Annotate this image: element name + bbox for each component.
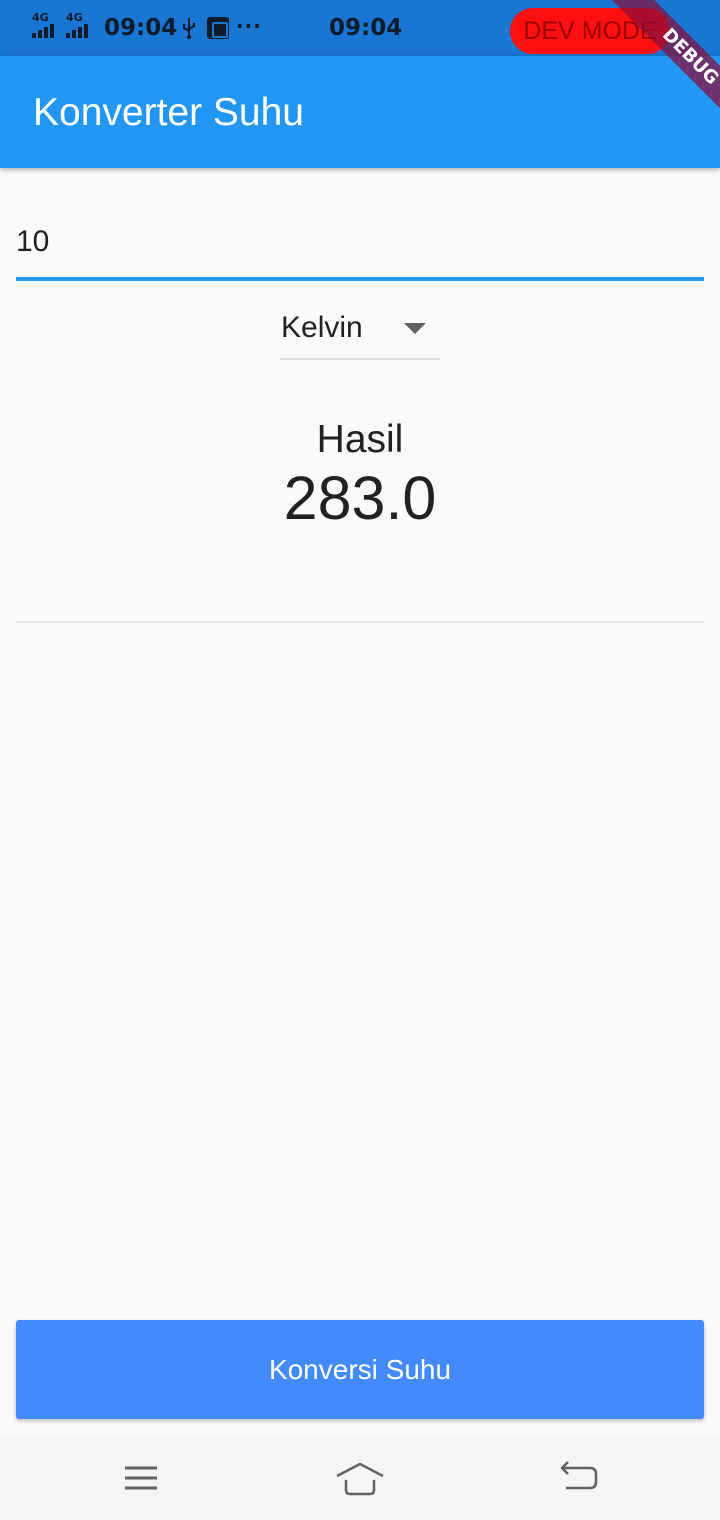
unit-dropdown[interactable]: Kelvin bbox=[280, 304, 440, 360]
signal-strength-icon: 4G bbox=[66, 12, 98, 40]
convert-button[interactable]: Konversi Suhu bbox=[16, 1320, 704, 1419]
result-value: 283.0 bbox=[283, 464, 437, 532]
network-type-label: 4G bbox=[32, 11, 49, 24]
screen: 4G 4G 09:04 ··· 09:04 Konverter Suhu DEV… bbox=[0, 0, 720, 1520]
divider bbox=[16, 621, 704, 623]
menu-icon[interactable] bbox=[117, 1456, 165, 1500]
signal-strength-icon: 4G bbox=[32, 12, 64, 40]
dropdown-underline bbox=[280, 358, 440, 360]
more-notifications-icon: ··· bbox=[236, 14, 262, 38]
network-type-label: 4G bbox=[66, 11, 83, 24]
usb-icon bbox=[183, 18, 195, 39]
app-bar: Konverter Suhu bbox=[0, 56, 720, 168]
home-icon[interactable] bbox=[336, 1456, 384, 1500]
page-title: Konverter Suhu bbox=[33, 91, 305, 134]
navigation-bar bbox=[0, 1436, 720, 1520]
temperature-input[interactable] bbox=[16, 196, 704, 272]
dropdown-selected-value: Kelvin bbox=[281, 311, 363, 344]
status-time-center: 09:04 bbox=[329, 15, 403, 41]
dropdown-arrow-icon bbox=[404, 323, 426, 334]
back-icon[interactable] bbox=[556, 1456, 604, 1500]
result-label: Hasil bbox=[316, 418, 404, 461]
input-focus-underline bbox=[16, 277, 704, 281]
sd-card-icon bbox=[207, 17, 229, 39]
status-time: 09:04 bbox=[104, 15, 178, 41]
